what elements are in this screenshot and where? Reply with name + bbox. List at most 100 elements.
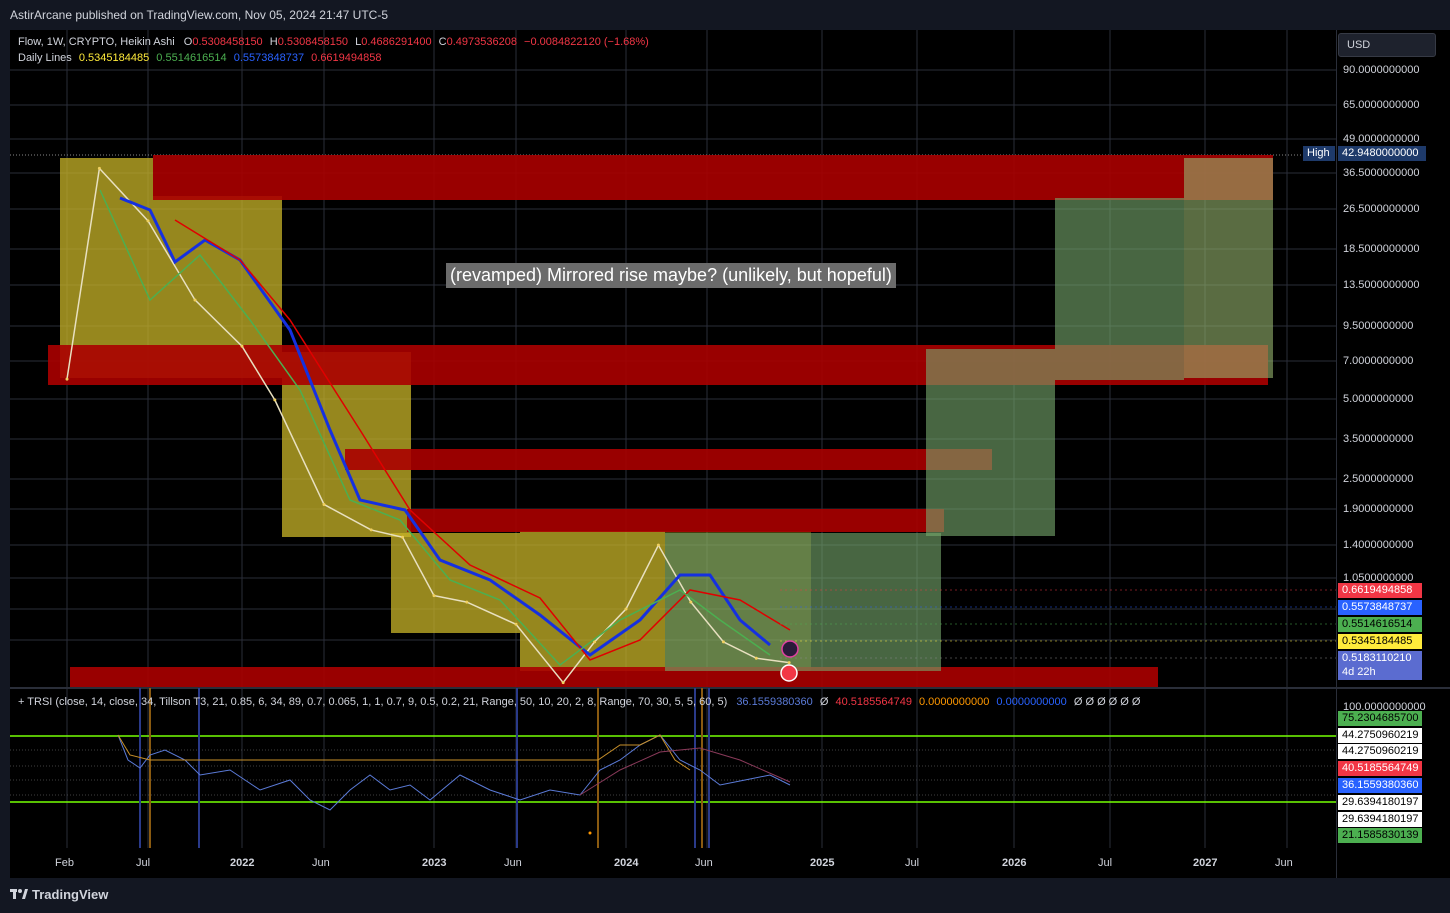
price-tag: 0.5514616514 <box>1338 617 1422 632</box>
price-axis-label: 36.5000000000 <box>1343 167 1420 179</box>
price-axis-label: 49.0000000000 <box>1343 133 1420 145</box>
price-point <box>465 600 469 604</box>
daily-line-3: 0.5573848737 <box>233 52 305 64</box>
daily-line-2: 0.5514616514 <box>156 52 227 64</box>
price-point <box>273 398 277 402</box>
price-tag: 0.6619494858 <box>1338 583 1422 598</box>
indicator-value-4: 0.0000000000 <box>996 696 1067 708</box>
indicator-value-2: 40.5185564749 <box>835 696 912 708</box>
support-zone <box>70 667 1158 687</box>
indicator-line <box>117 734 791 811</box>
projection-box <box>1184 158 1273 378</box>
brand-text: TradingView <box>32 887 109 902</box>
time-axis-label: Jul <box>1098 857 1113 869</box>
time-axis-label: 2024 <box>614 857 639 869</box>
price-axis-label: 2.5000000000 <box>1343 473 1414 485</box>
symbol-legend: Flow, 1W, CRYPTO, Heikin Ashi O0.5308458… <box>18 36 649 48</box>
price-point <box>689 600 693 604</box>
price-point <box>561 681 565 685</box>
indicator-value-3: 0.0000000000 <box>919 696 990 708</box>
time-axis-label: 2025 <box>810 857 835 869</box>
daily-lines-legend: Daily Lines 0.5345184485 0.5514616514 0.… <box>18 52 382 64</box>
price-point <box>97 166 101 170</box>
high-label: H <box>269 36 278 48</box>
time-axis-label: 2027 <box>1193 857 1218 869</box>
price-point <box>787 661 791 665</box>
time-axis-label: 2022 <box>230 857 255 869</box>
price-point <box>721 640 725 644</box>
indicator-tag: 29.6394180197 <box>1338 795 1422 810</box>
tradingview-logo[interactable]: TradingView <box>10 887 108 902</box>
price-point <box>432 594 436 598</box>
resistance-zone <box>345 449 992 470</box>
indicator-tag: 21.1585830139 <box>1338 828 1422 843</box>
price-axis-label: 3.5000000000 <box>1343 433 1414 445</box>
indicator-signal <box>579 747 791 796</box>
flag-icon <box>780 664 798 682</box>
alert-icon <box>781 640 799 658</box>
price-point <box>754 656 758 660</box>
indicator-tag: 36.1559380360 <box>1338 778 1422 793</box>
change-value: −0.0084822120 (−1.68%) <box>524 36 649 48</box>
close-label: C <box>438 36 447 48</box>
daily-line-4: 0.6619494858 <box>311 52 382 64</box>
resistance-zone <box>407 509 944 532</box>
time-axis-label: 2023 <box>422 857 447 869</box>
price-axis-label: 1.9000000000 <box>1343 503 1414 515</box>
indicator-tag: 40.5185564749 <box>1338 761 1422 776</box>
indicator-tag: 44.2750960219 <box>1338 728 1422 743</box>
time-axis-label: Jun <box>1275 857 1293 869</box>
price-axis-label: 26.5000000000 <box>1343 203 1420 215</box>
high-value: 0.5308458150 <box>277 36 349 48</box>
price-point <box>656 543 660 547</box>
price-tag: 0.5345184485 <box>1338 634 1422 649</box>
price-axis-label: 7.0000000000 <box>1343 355 1414 367</box>
currency-button[interactable]: USD <box>1338 33 1436 57</box>
price-point <box>369 528 373 532</box>
close-value: 0.4973536208 <box>446 36 517 48</box>
price-axis-label: 5.0000000000 <box>1343 393 1414 405</box>
price-point <box>624 607 628 611</box>
indicator-legend: + TRSI (close, 14, close, 34, Tillson T3… <box>18 696 1140 708</box>
indicator-value-1: 36.1559380360 <box>736 696 813 708</box>
symbol-name[interactable]: Flow, 1W, CRYPTO, Heikin Ashi <box>18 36 175 48</box>
indicator-tag: 75.2304685700 <box>1338 711 1422 726</box>
price-point <box>593 640 597 644</box>
chart-annotation[interactable]: (revamped) Mirrored rise maybe? (unlikel… <box>446 263 896 288</box>
daily-lines-label[interactable]: Daily Lines <box>18 52 72 64</box>
chart-canvas[interactable] <box>0 0 1450 913</box>
price-axis-label: 9.5000000000 <box>1343 320 1414 332</box>
projection-box <box>665 533 941 671</box>
price-point <box>514 622 518 626</box>
indicator-null: Ø <box>819 696 829 708</box>
price-point <box>240 344 244 348</box>
indicator-params[interactable]: + TRSI (close, 14, close, 34, Tillson T3… <box>18 696 727 708</box>
indicator-nulls: Ø Ø Ø Ø Ø Ø <box>1073 696 1141 708</box>
low-value: 0.4686291400 <box>361 36 432 48</box>
time-axis-label: Jun <box>504 857 522 869</box>
price-axis-label: 1.4000000000 <box>1343 539 1414 551</box>
price-point <box>146 219 150 223</box>
resistance-zone <box>153 155 1273 200</box>
projection-box <box>926 349 1055 536</box>
price-tag: 0.5183110210 <box>1338 651 1422 666</box>
daily-line-1: 0.5345184485 <box>78 52 150 64</box>
price-axis-label: 90.0000000000 <box>1343 64 1420 76</box>
price-axis-label: 18.5000000000 <box>1343 243 1420 255</box>
indicator-tag: 44.2750960219 <box>1338 744 1422 759</box>
indicator-tag: 29.6394180197 <box>1338 812 1422 827</box>
price-point <box>322 502 326 506</box>
price-point <box>193 298 197 302</box>
time-axis-label: Jun <box>312 857 330 869</box>
time-axis-label: Jul <box>905 857 920 869</box>
countdown-tag: 4d 22h <box>1338 665 1422 680</box>
time-axis-label: Feb <box>55 857 74 869</box>
time-axis-label: Jul <box>136 857 151 869</box>
indicator-dot <box>588 831 592 835</box>
high-marker-label: High <box>1303 146 1335 161</box>
projection-box <box>1055 198 1184 380</box>
price-point <box>401 535 405 539</box>
indicator-line <box>117 734 691 771</box>
logo-icon <box>10 887 28 899</box>
footer-bar <box>0 878 1450 913</box>
